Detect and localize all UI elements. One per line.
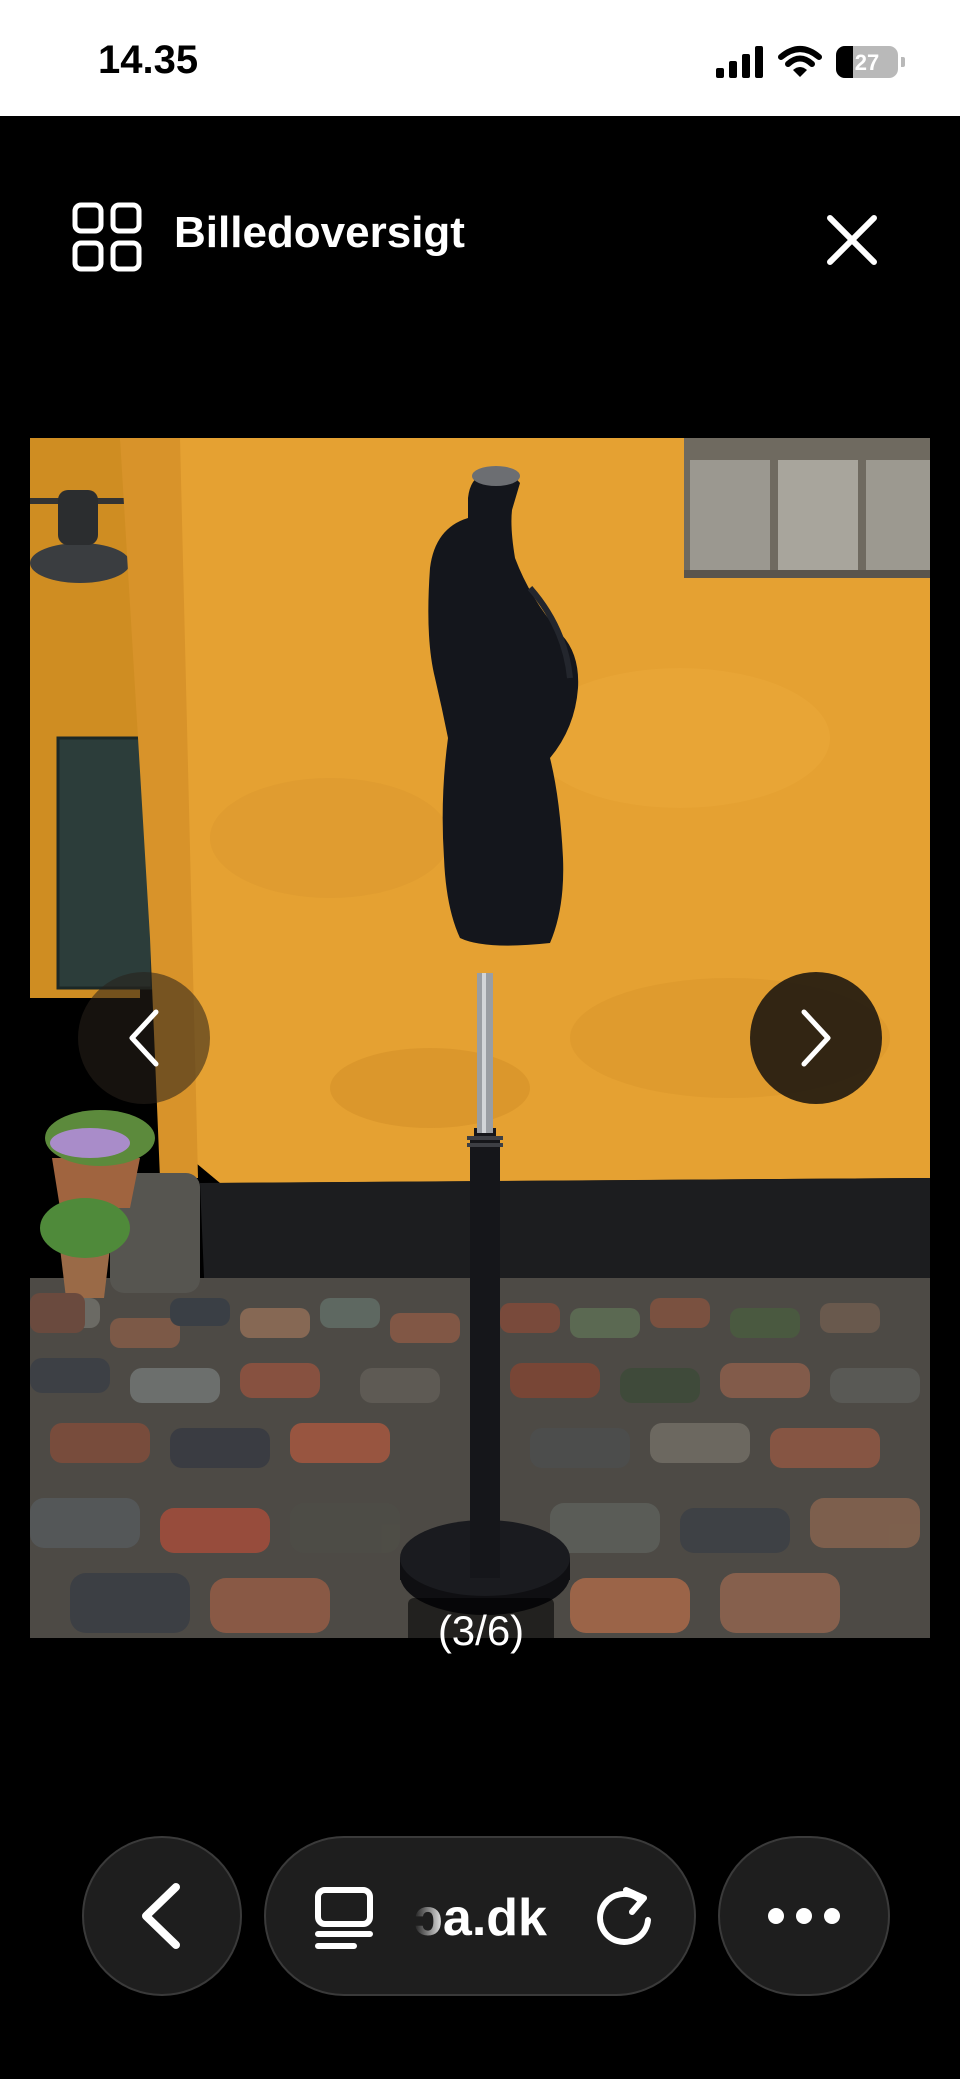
close-icon[interactable] (820, 208, 884, 272)
cellular-signal-icon (716, 46, 763, 78)
status-bar: 14.35 27 (0, 0, 960, 116)
reader-mode-icon[interactable] (312, 1886, 376, 1950)
back-button[interactable] (82, 1836, 242, 1996)
reload-icon[interactable] (592, 1884, 658, 1950)
status-icons: 27 (716, 44, 905, 80)
browser-toolbar: ɔa.dk (0, 1830, 960, 2000)
chevron-right-icon (801, 1009, 831, 1067)
back-arrow-icon (142, 1883, 180, 1949)
status-time: 14.35 (98, 38, 199, 82)
grid-icon[interactable] (72, 202, 142, 272)
address-bar[interactable]: ɔa.dk (264, 1836, 696, 1996)
image-counter: (3/6) (408, 1598, 554, 1668)
battery-percent: 27 (854, 50, 880, 75)
gallery-title[interactable]: Billedoversigt (174, 208, 465, 258)
battery-indicator: 27 (836, 46, 905, 78)
gallery-header: Billedoversigt (0, 116, 960, 356)
chevron-left-icon (129, 1009, 159, 1067)
next-image-button[interactable] (750, 972, 882, 1104)
more-button[interactable] (718, 1836, 890, 1996)
wifi-icon (778, 46, 822, 77)
more-icon (768, 1908, 840, 1924)
previous-image-button[interactable] (78, 972, 210, 1104)
